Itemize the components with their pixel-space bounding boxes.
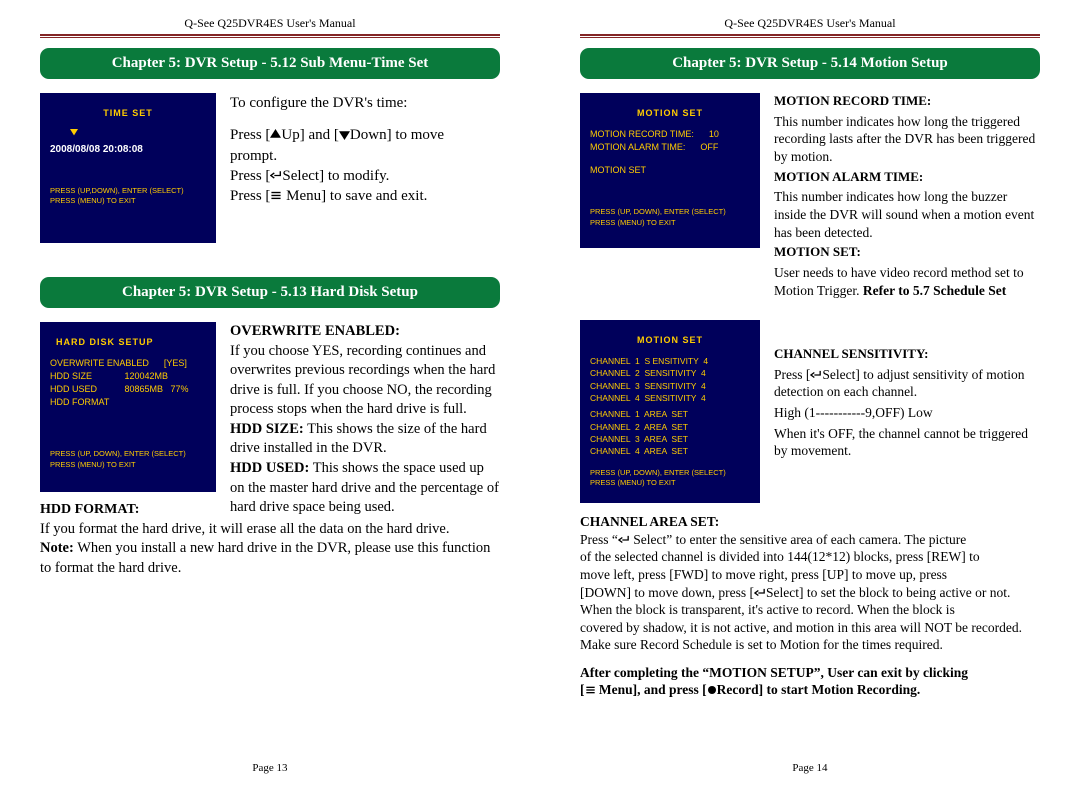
screen-line: HDD FORMAT bbox=[50, 396, 206, 409]
desc-text: User needs to have video record method s… bbox=[774, 264, 1040, 299]
screen-line: CHANNEL 3 SENSITIVITY 4 bbox=[590, 380, 750, 392]
desc-text: move left, press [FWD] to move right, pr… bbox=[580, 566, 1040, 584]
desc-text: Press [Select] to adjust sensitivity of … bbox=[774, 366, 1040, 401]
page-footer: Page 13 bbox=[0, 762, 540, 774]
page-left: Q-See Q25DVR4ES User's Manual Chapter 5:… bbox=[0, 0, 540, 796]
desc-line: prompt. bbox=[230, 146, 500, 166]
desc-text: Press “ Select” to enter the sensitive a… bbox=[580, 531, 1040, 549]
desc-text: [DOWN] to move down, press [Select] to s… bbox=[580, 584, 1040, 602]
hdd-setup-screen: HARD DISK SETUP OVERWRITE ENABLED [YES] … bbox=[40, 322, 216, 492]
manual-spread: Q-See Q25DVR4ES User's Manual Chapter 5:… bbox=[0, 0, 1080, 796]
up-arrow-icon bbox=[270, 127, 281, 143]
menu-icon bbox=[585, 682, 596, 697]
datetime-value: 2008/08/08 20:08:08 bbox=[50, 143, 206, 158]
section-title-5-14: Chapter 5: DVR Setup - 5.14 Motion Setup bbox=[580, 48, 1040, 79]
section-title-5-13: Chapter 5: DVR Setup - 5.13 Hard Disk Se… bbox=[40, 277, 500, 308]
screen-instruction: PRESS (MENU) TO EXIT bbox=[590, 218, 750, 229]
final-note: After completing the “MOTION SETUP”, Use… bbox=[580, 664, 1040, 682]
screen-instruction: PRESS (UP, DOWN), ENTER (SELECT) bbox=[50, 449, 206, 460]
motion-row-1: MOTION SET MOTION RECORD TIME: 10 MOTION… bbox=[580, 93, 1040, 302]
down-arrow-icon bbox=[339, 127, 350, 143]
desc-text: This number indicates how long the buzze… bbox=[774, 188, 1040, 241]
menu-icon bbox=[270, 188, 282, 204]
desc-text: This number indicates how long the trigg… bbox=[774, 113, 1040, 166]
desc-heading: MOTION RECORD TIME: bbox=[774, 93, 1040, 110]
motion-row-2: MOTION SET CHANNEL 1 S ENSITIVITY 4 CHAN… bbox=[580, 320, 1040, 503]
channel-area-set-block: CHANNEL AREA SET: Press “ Select” to ent… bbox=[580, 513, 1040, 698]
screen-line: MOTION SET bbox=[590, 164, 750, 177]
final-note: [ Menu], and press [Record] to start Mot… bbox=[580, 681, 1040, 699]
screen-instruction: PRESS (UP,DOWN), ENTER (SELECT) bbox=[50, 186, 206, 197]
cursor-down-icon bbox=[70, 128, 206, 141]
screen-line: CHANNEL 2 AREA SET bbox=[590, 421, 750, 433]
desc-heading: CHANNEL AREA SET: bbox=[580, 514, 719, 529]
time-set-screen: TIME SET 2008/08/08 20:08:08 PRESS (UP,D… bbox=[40, 93, 216, 243]
screen-title: TIME SET bbox=[50, 107, 206, 120]
screen-line: CHANNEL 4 SENSITIVITY 4 bbox=[590, 392, 750, 404]
desc-line: To configure the DVR's time: bbox=[230, 93, 500, 113]
hdd-format-text: If you format the hard drive, it will er… bbox=[40, 520, 500, 540]
motion-desc-2: CHANNEL SENSITIVITY: Press [Select] to a… bbox=[774, 320, 1040, 463]
screen-line: MOTION ALARM TIME: OFF bbox=[590, 141, 750, 154]
desc-text: If you choose YES, recording continues a… bbox=[230, 342, 500, 420]
section-title-5-12: Chapter 5: DVR Setup - 5.12 Sub Menu-Tim… bbox=[40, 48, 500, 79]
screen-instruction: PRESS (UP, DOWN), ENTER (SELECT) bbox=[590, 207, 750, 218]
hdd-note: Note: When you install a new hard drive … bbox=[40, 539, 500, 578]
enter-icon bbox=[618, 532, 630, 547]
screen-title: MOTION SET bbox=[590, 334, 750, 347]
desc-text: When it's OFF, the channel cannot be tri… bbox=[774, 425, 1040, 460]
desc-heading: OVERWRITE ENABLED: bbox=[230, 323, 400, 339]
enter-icon bbox=[754, 585, 766, 600]
screen-title: HARD DISK SETUP bbox=[56, 336, 206, 349]
screen-line: OVERWRITE ENABLED [YES] bbox=[50, 357, 206, 370]
desc-heading: MOTION SET: bbox=[774, 244, 1040, 261]
page-footer: Page 14 bbox=[540, 762, 1080, 774]
desc-heading: MOTION ALARM TIME: bbox=[774, 169, 1040, 186]
section-5-13-desc: OVERWRITE ENABLED: If you choose YES, re… bbox=[230, 322, 500, 518]
screen-instruction: PRESS (UP, DOWN), ENTER (SELECT) bbox=[590, 468, 750, 479]
desc-text: of the selected channel is divided into … bbox=[580, 548, 1040, 566]
screen-instruction: PRESS (MENU) TO EXIT bbox=[50, 196, 206, 207]
desc-text: covered by shadow, it is not active, and… bbox=[580, 619, 1040, 637]
screen-instruction: PRESS (MENU) TO EXIT bbox=[50, 460, 206, 471]
screen-line: CHANNEL 2 SENSITIVITY 4 bbox=[590, 367, 750, 379]
desc-line: Press [Up] and [Down] to move bbox=[230, 125, 500, 145]
screen-line: HDD SIZE 120042MB bbox=[50, 370, 206, 383]
screen-title: MOTION SET bbox=[590, 107, 750, 120]
screen-line: CHANNEL 1 AREA SET bbox=[590, 408, 750, 420]
screen-line: CHANNEL 4 AREA SET bbox=[590, 445, 750, 457]
motion-desc-1: MOTION RECORD TIME: This number indicate… bbox=[774, 93, 1040, 302]
desc-text: HDD SIZE: This shows the size of the har… bbox=[230, 420, 500, 459]
page-right: Q-See Q25DVR4ES User's Manual Chapter 5:… bbox=[540, 0, 1080, 796]
section-5-12-desc: To configure the DVR's time: Press [Up] … bbox=[230, 93, 500, 206]
desc-text: When the block is transparent, it's acti… bbox=[580, 601, 1040, 619]
desc-text: HDD USED: This shows the space used up o… bbox=[230, 459, 500, 518]
section-5-12-row: TIME SET 2008/08/08 20:08:08 PRESS (UP,D… bbox=[40, 93, 500, 243]
screen-instruction: PRESS (MENU) TO EXIT bbox=[590, 478, 750, 489]
desc-line: Press [ Menu] to save and exit. bbox=[230, 186, 500, 206]
enter-icon bbox=[810, 367, 822, 382]
section-5-13-row: HARD DISK SETUP OVERWRITE ENABLED [YES] … bbox=[40, 322, 500, 518]
desc-text: Make sure Record Schedule is set to Moti… bbox=[580, 636, 1040, 654]
page-header: Q-See Q25DVR4ES User's Manual bbox=[580, 16, 1040, 34]
motion-set-screen-1: MOTION SET MOTION RECORD TIME: 10 MOTION… bbox=[580, 93, 760, 248]
desc-line: Press [Select] to modify. bbox=[230, 166, 500, 186]
desc-text: High (1-----------9,OFF) Low bbox=[774, 404, 1040, 422]
screen-line: CHANNEL 1 S ENSITIVITY 4 bbox=[590, 355, 750, 367]
motion-set-screen-2: MOTION SET CHANNEL 1 S ENSITIVITY 4 CHAN… bbox=[580, 320, 760, 503]
desc-heading: CHANNEL SENSITIVITY: bbox=[774, 346, 1040, 363]
record-icon bbox=[707, 682, 717, 697]
screen-line: CHANNEL 3 AREA SET bbox=[590, 433, 750, 445]
screen-line: HDD USED 80865MB 77% bbox=[50, 383, 206, 396]
screen-line: MOTION RECORD TIME: 10 bbox=[590, 128, 750, 141]
enter-icon bbox=[270, 168, 282, 184]
page-header: Q-See Q25DVR4ES User's Manual bbox=[40, 16, 500, 34]
